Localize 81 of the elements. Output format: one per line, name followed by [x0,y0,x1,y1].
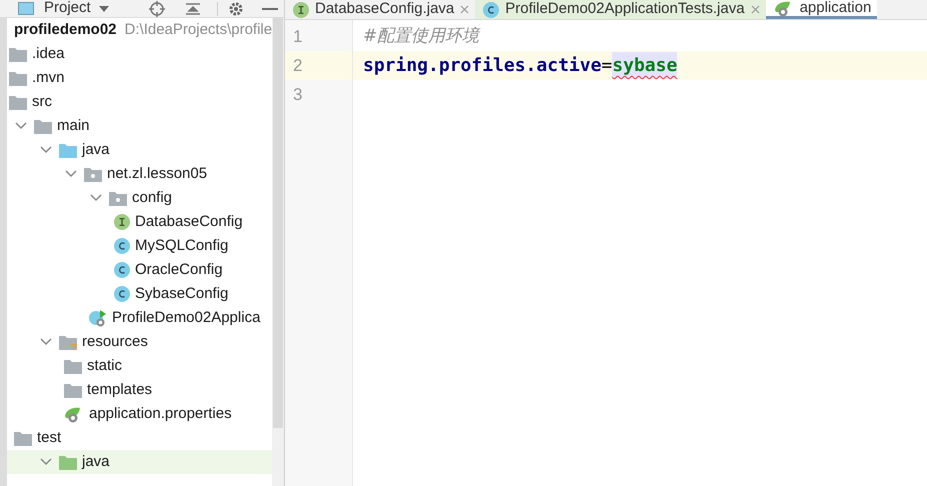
folder-icon [84,166,102,182]
tree-item[interactable]: .idea [7,42,272,66]
tree-item-label: .idea [32,44,65,64]
line-number: 2 [293,54,302,77]
folder-icon [59,334,77,350]
folder-icon [59,142,77,158]
editor-tab[interactable]: application [766,0,878,19]
project-view-dropdown[interactable]: Project [44,0,109,20]
line-number: 3 [293,84,302,106]
tree-item-label: resources [82,332,148,352]
tree-item-label: profiledemo02 [14,20,117,40]
tree-item-label: src [32,92,52,112]
project-path: D:\IdeaProjects\profile [124,20,272,40]
tree-item-label: java [82,452,110,472]
tree-item-label: OracleConfig [135,260,223,280]
tab-label: ProfileDemo02ApplicationTests.java [505,0,745,19]
tree-item[interactable]: ProfileDemo02Applica [7,306,272,330]
tab-label: application [800,0,872,18]
property-value: sybase [612,52,678,79]
tree-item[interactable]: MySQLConfig [7,234,272,258]
tree-item[interactable]: static [7,354,272,378]
folder-icon [64,358,82,374]
tree-item[interactable]: config [7,186,272,210]
class-icon [114,286,130,302]
tree-item[interactable]: net.zl.lesson05 [7,162,272,186]
panel-icon [18,2,34,15]
tree-item[interactable]: main [7,114,272,138]
tree-item-label: main [57,116,90,136]
folder-icon [34,118,52,134]
editor-tab[interactable]: DatabaseConfig.java [285,0,476,19]
tree-item[interactable]: DatabaseConfig [7,210,272,234]
tree-item-label: MySQLConfig [135,236,228,256]
tree-item-label: DatabaseConfig [135,212,243,232]
tree-item-label: static [87,356,122,376]
close-icon[interactable] [750,5,760,14]
code-editor[interactable]: 1 #配置使用环境 2 spring.profiles.active=sybase 3 [285,20,927,486]
settings-icon[interactable] [228,0,244,16]
tree-item[interactable]: src [7,90,272,114]
tree-item-label: application.properties [89,404,232,424]
tree-item[interactable]: .mvn [7,66,272,90]
tree-item-label: templates [87,380,152,400]
tree-item[interactable]: application.properties [7,402,272,426]
editor-tab[interactable]: ProfileDemo02ApplicationTests.java [475,0,766,19]
tree-item[interactable]: java [7,450,272,474]
code-comment: #配置使用环境 [363,24,480,48]
tree-item[interactable]: templates [7,378,272,402]
interface-icon [293,2,309,18]
tree-item-label: java [82,140,110,160]
folder-icon [9,94,27,110]
caret-icon [98,6,109,12]
tree-item-label: net.zl.lesson05 [107,164,208,184]
tree-item-label: ProfileDemo02Applica [112,308,260,328]
folder-icon [14,430,32,446]
tree-item-label: test [37,428,62,448]
tree-item[interactable]: profiledemo02 D:\IdeaProjects\profile [7,18,272,42]
tab-label: DatabaseConfig.java [315,0,454,19]
property-separator: = [601,54,612,78]
tree-item[interactable]: SybaseConfig [7,282,272,306]
close-icon[interactable] [460,5,470,14]
tree-item[interactable]: java [7,138,272,162]
property-key: spring.profiles.active [363,52,602,79]
folder-icon [59,454,77,470]
class-icon [114,262,130,278]
folder-icon [64,382,82,398]
tree-item[interactable]: OracleConfig [7,258,272,282]
folder-icon [9,70,27,86]
tree-item[interactable]: test [7,426,272,450]
tree-item-label: SybaseConfig [135,284,228,304]
line-number: 1 [293,26,302,48]
spring-class-icon [89,309,107,327]
crosshair-icon[interactable] [148,0,165,16]
minimize-icon[interactable] [262,6,278,10]
interface-icon [114,214,130,230]
collapse-all-icon[interactable] [184,2,201,16]
tree-item-label: .mvn [32,68,65,88]
class-icon [114,238,130,254]
folder-icon [9,46,27,62]
tree-item[interactable]: resources [7,330,272,354]
class-icon [483,2,500,18]
folder-icon [109,190,127,206]
tree-item-label: config [132,188,172,208]
